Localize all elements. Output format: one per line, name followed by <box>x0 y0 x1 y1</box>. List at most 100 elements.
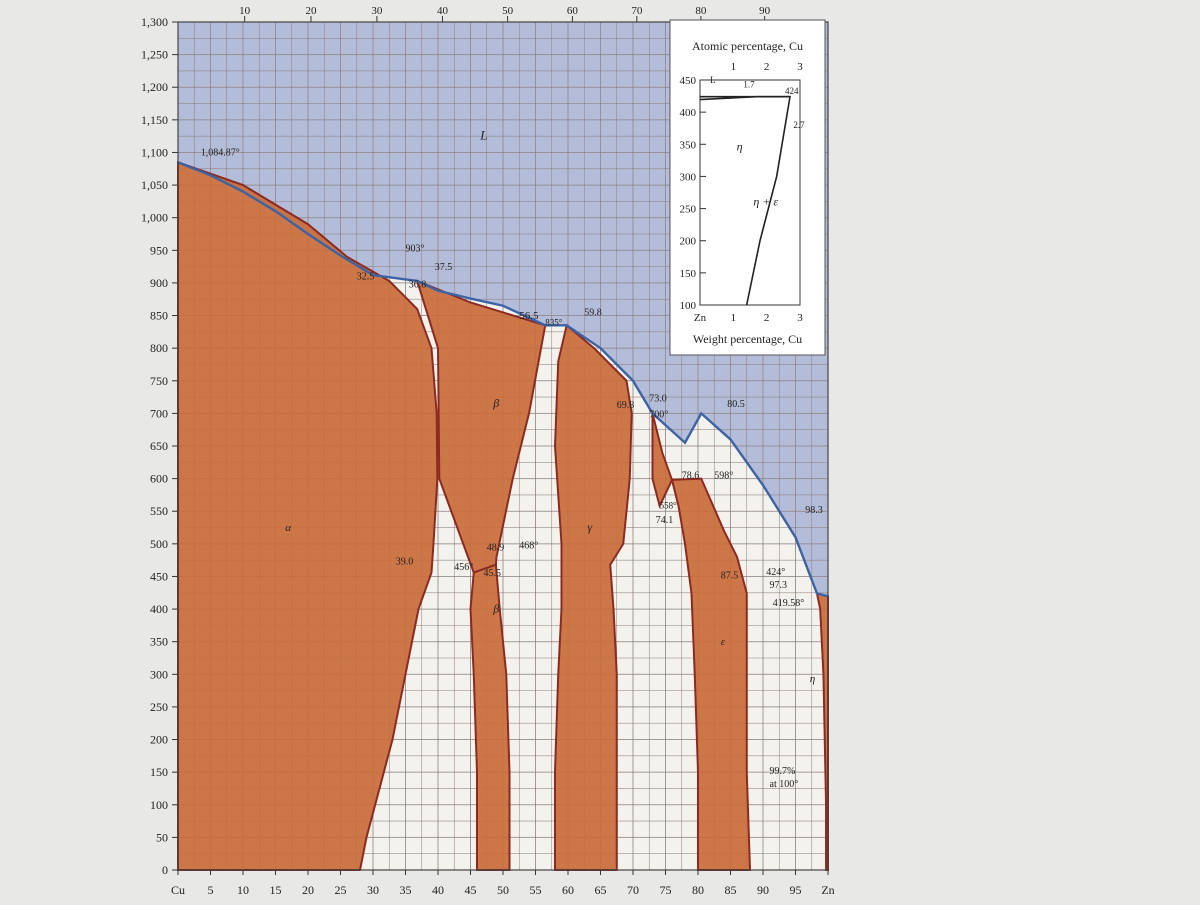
x-tick-label: 70 <box>627 883 639 897</box>
y-tick-label: 100 <box>150 798 168 812</box>
x-tick-label: 20 <box>302 883 314 897</box>
x-tick-label: 40 <box>432 883 444 897</box>
y-tick-label: 1,250 <box>141 48 168 62</box>
inset-y-tick: 450 <box>680 75 697 87</box>
annotation-label: 456° <box>454 562 473 573</box>
phase-diagram-chart: Lα β β γ ε η 1,084.87° 903° 37.5 32.5 36.8 56.5 835°… <box>141 5 835 897</box>
annotation-label: 424° <box>766 567 785 578</box>
inset-xlabel: Weight percentage, Cu <box>693 332 802 346</box>
inset-title: Atomic percentage, Cu <box>692 39 803 53</box>
annotation-label: γ <box>588 520 593 534</box>
annotation-label: 48.9 <box>487 542 505 553</box>
annotation-label: 74.1 <box>656 515 674 526</box>
inset-bottom-tick: Zn <box>694 312 707 324</box>
annotation-label: 73.0 <box>649 394 667 405</box>
x-tick-label: Zn <box>821 883 834 897</box>
y-tick-label: 1,150 <box>141 113 168 127</box>
inset-y-tick: 100 <box>680 300 697 312</box>
annotation-label: 97.3 <box>770 580 788 591</box>
annotation-label: 32.5 <box>357 272 375 283</box>
top-tick-label: 10 <box>239 5 251 17</box>
annotation-label: 87.5 <box>721 570 739 581</box>
y-tick-label: 700 <box>150 406 168 420</box>
annotation-label: 700° <box>649 409 668 420</box>
annotation-label: 56.5 <box>519 310 539 322</box>
annotation-label: L <box>479 127 487 142</box>
x-tick-label: 55 <box>530 883 542 897</box>
inset-bottom-tick: 3 <box>797 312 803 324</box>
top-tick-label: 80 <box>695 5 707 17</box>
annotation-label: 37.5 <box>435 262 453 273</box>
y-tick-label: 300 <box>150 667 168 681</box>
top-tick-label: 30 <box>371 5 383 17</box>
y-tick-label: 600 <box>150 472 168 486</box>
annotation-label: 1,084.87° <box>201 148 240 159</box>
inset-label: η + ε <box>753 194 778 208</box>
x-tick-label: 80 <box>692 883 704 897</box>
top-tick-label: 40 <box>437 5 449 17</box>
x-tick-label: 90 <box>757 883 769 897</box>
inset-bottom-tick: 1 <box>731 312 737 324</box>
annotation-label: 558° <box>660 501 678 511</box>
inset-y-tick: 200 <box>680 236 697 248</box>
inset-label: 424 <box>785 86 799 96</box>
annotation-label: 39.0 <box>396 557 414 568</box>
x-tick-label: Cu <box>171 883 185 897</box>
top-tick-label: 70 <box>631 5 643 17</box>
x-tick-label: 65 <box>595 883 607 897</box>
x-tick-label: 5 <box>208 883 214 897</box>
x-tick-label: 60 <box>562 883 574 897</box>
y-tick-label: 650 <box>150 439 168 453</box>
y-tick-label: 550 <box>150 504 168 518</box>
inset-top-tick: 3 <box>797 61 803 73</box>
x-tick-label: 30 <box>367 883 379 897</box>
annotation-label: at 100° <box>770 779 799 790</box>
x-tick-label: 50 <box>497 883 509 897</box>
annotation-label: 835° <box>545 317 563 327</box>
y-tick-label: 750 <box>150 374 168 388</box>
y-tick-label: 450 <box>150 569 168 583</box>
x-tick-label: 95 <box>790 883 802 897</box>
y-tick-label: 800 <box>150 341 168 355</box>
chart-photo: Lα β β γ ε η 1,084.87° 903° 37.5 32.5 36.8 56.5 835°… <box>0 0 1200 900</box>
y-tick-label: 350 <box>150 635 168 649</box>
top-tick-label: 20 <box>305 5 317 17</box>
inset-label: 1.7 <box>743 80 755 90</box>
annotation-label: η <box>810 673 815 685</box>
annotation-label: 69.8 <box>617 400 635 411</box>
inset-y-tick: 400 <box>680 107 697 119</box>
annotation-label: β <box>492 396 499 410</box>
x-tick-label: 10 <box>237 883 249 897</box>
annotation-label: ε <box>721 636 726 648</box>
x-tick-label: 25 <box>335 883 347 897</box>
x-tick-label: 85 <box>725 883 737 897</box>
inset-y-tick: 350 <box>680 139 697 151</box>
inset-y-tick: 300 <box>680 171 697 183</box>
y-tick-label: 200 <box>150 733 168 747</box>
top-tick-label: 50 <box>502 5 514 17</box>
y-tick-label: 400 <box>150 602 168 616</box>
annotation-label: 99.7% <box>770 766 796 777</box>
top-tick-label: 90 <box>759 5 771 17</box>
y-tick-label: 950 <box>150 243 168 257</box>
annotation-label: 468° <box>519 540 538 551</box>
inset-bottom-tick: 2 <box>764 312 770 324</box>
annotation-label: 59.8 <box>584 308 602 319</box>
y-tick-label: 1,300 <box>141 15 168 29</box>
annotation-label: β <box>492 601 499 615</box>
annotation-label: α <box>285 522 291 534</box>
y-tick-label: 1,050 <box>141 178 168 192</box>
y-tick-label: 900 <box>150 276 168 290</box>
top-tick-label: 60 <box>567 5 579 17</box>
x-tick-label: 75 <box>660 883 672 897</box>
annotation-label: 45.5 <box>484 568 502 579</box>
y-tick-label: 1,000 <box>141 211 168 225</box>
y-tick-label: 500 <box>150 537 168 551</box>
y-tick-label: 850 <box>150 309 168 323</box>
x-tick-label: 45 <box>465 883 477 897</box>
inset-top-tick: 1 <box>731 61 737 73</box>
inset-y-tick: 250 <box>680 204 697 216</box>
x-tick-label: 15 <box>270 883 282 897</box>
annotation-label: 419.58° <box>773 598 805 609</box>
annotation-label: 80.5 <box>727 399 745 410</box>
